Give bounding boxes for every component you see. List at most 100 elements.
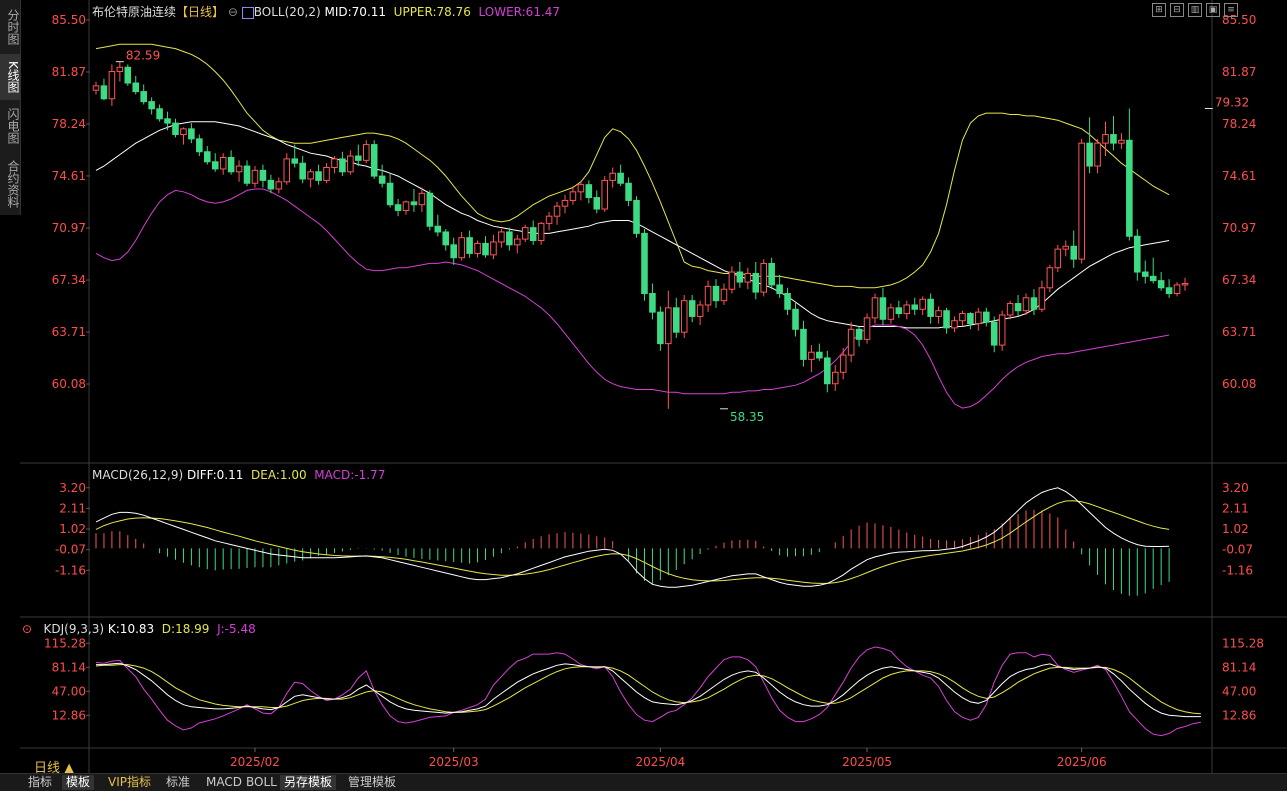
- candle-body: [275, 181, 283, 190]
- boll-upper-line: [95, 43, 1170, 289]
- candle-body: [665, 307, 672, 345]
- candle-body: [824, 357, 831, 385]
- candle-body: [537, 222, 545, 242]
- candle-body: [299, 162, 306, 180]
- candle-body: [649, 293, 656, 313]
- candle-body: [982, 311, 990, 323]
- candle-body: [760, 262, 767, 293]
- candle-body: [92, 85, 100, 91]
- kdj-tick-label: 115.28: [44, 636, 86, 650]
- grid-icon[interactable]: ⊞: [1152, 3, 1166, 17]
- candle-body: [394, 204, 402, 211]
- kdj-settings-icon[interactable]: ⊙: [22, 622, 32, 636]
- boll-mid-line: [95, 121, 1170, 329]
- candle-body: [426, 192, 434, 227]
- tab-boll[interactable]: BOLL: [242, 775, 281, 790]
- candle-body: [1086, 142, 1093, 167]
- candle-body: [1149, 275, 1157, 282]
- candle-body: [792, 308, 799, 330]
- image-icon[interactable]: ▣: [1206, 3, 1220, 17]
- macd-tick-label-right: 1.02: [1222, 522, 1249, 536]
- candle-body: [339, 158, 346, 173]
- tab-standard[interactable]: 标准: [162, 775, 194, 790]
- price-tick-label-right: 74.61: [1222, 169, 1256, 183]
- candle-body: [553, 205, 561, 217]
- price-tick-label: 74.61: [52, 169, 86, 183]
- settings-icon[interactable]: ⊖: [228, 5, 238, 19]
- diff-line: [95, 487, 1170, 588]
- menu-icon[interactable]: ≡: [1224, 3, 1238, 17]
- tab-macd[interactable]: MACD: [202, 775, 246, 790]
- price-tick-label-right: 70.97: [1222, 221, 1256, 235]
- macd-header: MACD(26,12,9) DIFF:0.11 DEA:1.00 MACD:-1…: [92, 468, 385, 482]
- candle-body: [1173, 284, 1181, 295]
- candle-body: [498, 231, 505, 243]
- candle-body: [935, 310, 942, 317]
- date-tick-label: 2025/02: [230, 755, 280, 769]
- candle-body: [768, 262, 775, 286]
- candle-body: [625, 182, 632, 201]
- candle-body: [585, 184, 593, 199]
- candle-body: [243, 165, 251, 184]
- candle-body: [808, 351, 815, 360]
- macd-tick-label-right: -0.07: [1222, 543, 1253, 557]
- candle-body: [1110, 134, 1117, 144]
- candle-body: [378, 175, 386, 184]
- kdj-tick-label-right: 81.14: [1222, 660, 1256, 674]
- macd-tick-label: 1.02: [59, 522, 86, 536]
- candle-body: [180, 128, 187, 136]
- candle-body: [529, 227, 537, 242]
- price-tick-label-right: 78.24: [1222, 117, 1256, 131]
- candle-body: [847, 328, 855, 356]
- tab-indicators[interactable]: 指标: [24, 775, 56, 790]
- candle-body: [903, 304, 911, 315]
- candle-body: [855, 328, 863, 340]
- candle-body: [521, 227, 529, 240]
- price-tick-label-right: 60.08: [1222, 377, 1256, 391]
- candle-body: [108, 71, 116, 100]
- candle-body: [362, 144, 370, 161]
- candle-body: [577, 184, 585, 193]
- candle-body: [434, 225, 442, 233]
- indicator-icon[interactable]: [241, 6, 254, 19]
- candle-body: [506, 231, 513, 246]
- candle-body: [458, 237, 465, 259]
- candle-body: [1062, 245, 1070, 250]
- candle-body: [1030, 297, 1038, 310]
- candle-body: [283, 158, 291, 183]
- tab-kline[interactable]: K线图: [0, 54, 20, 100]
- candle-body: [1022, 297, 1030, 312]
- tab-flash[interactable]: 闪电图: [0, 102, 20, 150]
- candle-body: [975, 311, 982, 325]
- candle-body: [784, 293, 791, 310]
- j-value: J:-5.48: [217, 622, 256, 636]
- tab-time-share[interactable]: 分时图: [0, 6, 20, 48]
- left-sidebar: 分时图 K线图 闪电图 合约资料: [0, 0, 21, 215]
- candle-body: [561, 199, 569, 207]
- extreme-label: 82.59: [126, 49, 160, 63]
- candle-body: [744, 272, 752, 283]
- candle-body: [720, 288, 728, 302]
- instrument-title: 布伦特原油连续: [92, 5, 177, 19]
- split-icon[interactable]: ▥: [1188, 3, 1202, 17]
- candle-body: [680, 300, 688, 333]
- boll-name: BOLL(20,2): [253, 5, 321, 19]
- candle-body: [442, 231, 450, 246]
- candle-body: [816, 351, 823, 359]
- candle-body: [450, 244, 457, 259]
- candle-body: [1126, 139, 1133, 237]
- price-tick-label: 60.08: [52, 377, 86, 391]
- tab-template[interactable]: 模板: [62, 775, 95, 790]
- candle-body: [1134, 235, 1141, 273]
- diff-value: DIFF:0.11: [186, 468, 244, 482]
- tab-vip-indicators[interactable]: VIP指标: [104, 775, 155, 790]
- tab-contract-info[interactable]: 合约资料: [0, 155, 20, 213]
- layout-icon[interactable]: ⊟: [1170, 3, 1184, 17]
- tab-manage-template[interactable]: 管理模板: [344, 775, 400, 790]
- candle-body: [1157, 280, 1165, 289]
- candle-body: [156, 108, 163, 120]
- candle-body: [164, 118, 171, 124]
- tab-save-template[interactable]: 另存模板: [280, 775, 337, 790]
- candle-body: [267, 179, 275, 190]
- price-tick-label: 67.34: [52, 273, 86, 287]
